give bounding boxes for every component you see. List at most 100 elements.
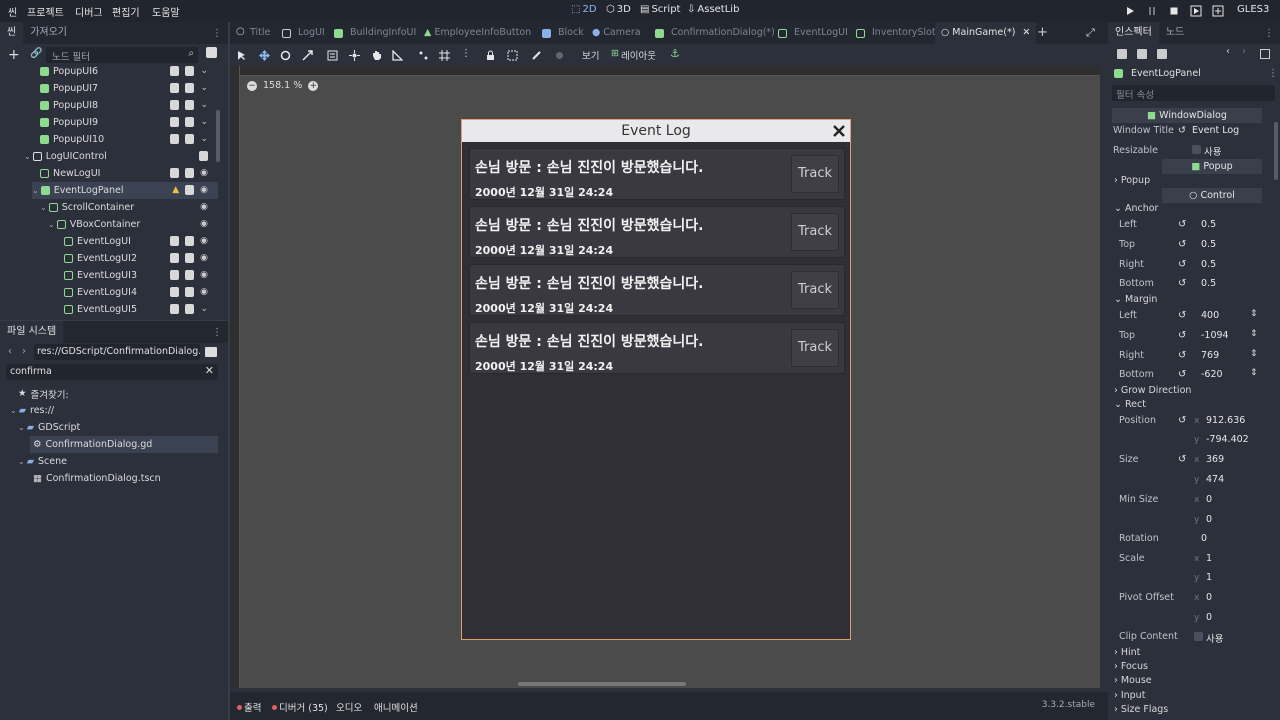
filesystem-search-input[interactable]: confirma ✕ (6, 364, 218, 380)
chevron-down-icon[interactable]: ⌄ (200, 117, 208, 127)
dock-menu-icon[interactable]: ⋮ (212, 28, 222, 39)
tree-node-eventlogui2[interactable]: EventLogUI2 ◉ (64, 250, 218, 267)
script-icon[interactable] (185, 134, 195, 144)
pan-tool-icon[interactable] (371, 50, 382, 61)
tree-node-popupui8[interactable]: PopupUI8 ⌄ (40, 97, 218, 114)
track-button[interactable]: Track (791, 213, 839, 251)
eye-icon[interactable]: ◉ (200, 168, 208, 178)
inspected-node[interactable]: EventLogPanel (1114, 68, 1201, 79)
list-select-icon[interactable] (327, 50, 338, 61)
chevron-down-icon[interactable]: ⌄ (200, 304, 208, 314)
file-confirmationdialog-gd[interactable]: ⚙ ConfirmationDialog.gd (30, 436, 218, 453)
anchor-top-value[interactable]: 0.5 (1201, 239, 1216, 250)
menu-debug[interactable]: 디버그 (75, 4, 103, 19)
tab-filesystem[interactable]: 파일 시스템 (0, 321, 64, 343)
rect-position-y[interactable]: -794.402 (1206, 434, 1249, 445)
eye-icon[interactable]: ◉ (200, 270, 208, 280)
skeleton-icon[interactable] (531, 50, 542, 61)
eye-icon[interactable]: ◉ (200, 185, 208, 195)
rect-size-x[interactable]: 369 (1206, 454, 1224, 465)
eye-icon[interactable]: ◉ (200, 202, 208, 212)
scene-tree-scrollbar[interactable] (216, 110, 220, 162)
spinner-icon[interactable]: ⇕ (1250, 329, 1258, 339)
spinner-icon[interactable]: ⇕ (1250, 309, 1258, 319)
rect-pivot-y[interactable]: 0 (1206, 612, 1212, 623)
eye-icon[interactable]: ◉ (200, 219, 208, 229)
layout-menu[interactable]: ⊞ 레이아웃 (611, 48, 656, 62)
reset-icon[interactable]: ↺ (1178, 278, 1186, 289)
group-focus[interactable]: › Focus (1114, 661, 1148, 672)
rect-pivot-x[interactable]: 0 (1206, 592, 1212, 603)
tree-node-popupui6[interactable]: PopupUI6 ⌄ (40, 66, 218, 80)
stop-icon[interactable] (1168, 5, 1180, 17)
track-button[interactable]: Track (791, 271, 839, 309)
workspace-2d-button[interactable]: ⬚ 2D (571, 4, 597, 15)
add-node-icon[interactable]: + (8, 47, 20, 63)
pause-icon[interactable] (1146, 5, 1158, 17)
script-icon[interactable] (185, 168, 195, 178)
group-hint[interactable]: › Hint (1114, 647, 1140, 658)
expand-arrow-icon[interactable]: ⌄ (48, 220, 55, 229)
workspace-3d-button[interactable]: ⬡ 3D (606, 4, 631, 15)
reset-icon[interactable]: ↺ (1178, 415, 1186, 426)
lock-icon[interactable] (485, 50, 496, 61)
tab-buildinginfoui[interactable]: BuildingInfoUI (334, 22, 416, 44)
move-tool-icon[interactable] (259, 50, 270, 61)
tree-node-eventlogui5[interactable]: EventLogUI5 ⌄ (64, 301, 218, 316)
rect-min-y[interactable]: 0 (1206, 514, 1212, 525)
zoom-in-icon[interactable]: + (308, 80, 319, 91)
view-menu[interactable]: 보기 (582, 48, 599, 62)
group-size-flags[interactable]: › Size Flags (1114, 704, 1168, 715)
reset-icon[interactable]: ↺ (1178, 125, 1186, 136)
warning-icon[interactable]: ▲ (172, 185, 179, 195)
scene-icon[interactable] (170, 134, 180, 144)
dock-menu-icon[interactable]: ⋮ (212, 327, 222, 338)
rotate-tool-icon[interactable] (280, 50, 291, 61)
margin-left-value[interactable]: 400 (1201, 310, 1219, 321)
scene-icon[interactable] (170, 117, 180, 127)
tree-node-eventlogpanel[interactable]: ⌄ EventLogPanel ▲ ◉ (32, 182, 218, 199)
select-tool-icon[interactable] (236, 50, 247, 61)
scale-tool-icon[interactable] (302, 50, 313, 61)
tab-scene[interactable]: 씬 (0, 22, 24, 44)
spinner-icon[interactable]: ⇕ (1250, 349, 1258, 359)
camera-override-icon[interactable] (554, 50, 565, 61)
menu-editor[interactable]: 편집기 (112, 4, 140, 19)
scene-icon[interactable] (170, 287, 180, 297)
tab-debugger[interactable]: 디버거 (35) (272, 700, 328, 714)
node-filter-input[interactable]: 노드 필터 ⌕ (46, 47, 198, 63)
expand-arrow-icon[interactable]: ⌄ (40, 203, 47, 212)
property-filter-input[interactable]: 필터 속성 (1112, 85, 1275, 101)
tree-node-popupui9[interactable]: PopupUI9 ⌄ (40, 114, 218, 131)
inspector-scrollbar[interactable] (1274, 122, 1278, 180)
tree-node-eventlogui[interactable]: EventLogUI ◉ (64, 233, 218, 250)
save-icon[interactable] (1157, 49, 1167, 59)
new-tab-icon[interactable]: + (1037, 25, 1048, 40)
scene-icon[interactable] (170, 83, 180, 93)
tab-camera[interactable]: ● Camera (592, 22, 641, 44)
tab-employeeinfobutton[interactable]: ▲ EmployeeInfoButton (424, 22, 531, 44)
tab-animation[interactable]: 애니메이션 (374, 700, 418, 714)
tab-maingame[interactable]: ○ MainGame(*) ✕ (935, 22, 1037, 44)
forward-icon[interactable]: › (22, 346, 26, 357)
reset-icon[interactable]: ↺ (1178, 259, 1186, 270)
anchor-left-value[interactable]: 0.5 (1201, 219, 1216, 230)
menu-scene[interactable]: 씬 (8, 4, 17, 19)
rect-size-y[interactable]: 474 (1206, 474, 1224, 485)
res-folder[interactable]: ⌄ ▰ res:// (10, 402, 54, 419)
object-menu-icon[interactable]: ⋮ (1268, 68, 1278, 79)
back-icon[interactable]: ‹ (1226, 46, 1230, 57)
tab-audio[interactable]: 오디오 (336, 700, 362, 714)
margin-right-value[interactable]: 769 (1201, 350, 1219, 361)
tab-inspector[interactable]: 인스펙터 (1108, 22, 1159, 44)
script-icon[interactable] (185, 83, 195, 93)
viewport-scrollbar-h[interactable] (518, 682, 686, 686)
expand-arrow-icon[interactable]: ⌄ (24, 152, 31, 161)
tab-node[interactable]: 노드 (1159, 22, 1191, 44)
spinner-icon[interactable]: ⇕ (1250, 368, 1258, 378)
group-rect[interactable]: ⌄ Rect (1114, 399, 1146, 410)
scene-icon[interactable] (170, 270, 180, 280)
group-popup[interactable]: › Popup (1114, 175, 1150, 186)
play-custom-icon[interactable] (1212, 5, 1224, 17)
script-icon[interactable] (185, 253, 195, 263)
